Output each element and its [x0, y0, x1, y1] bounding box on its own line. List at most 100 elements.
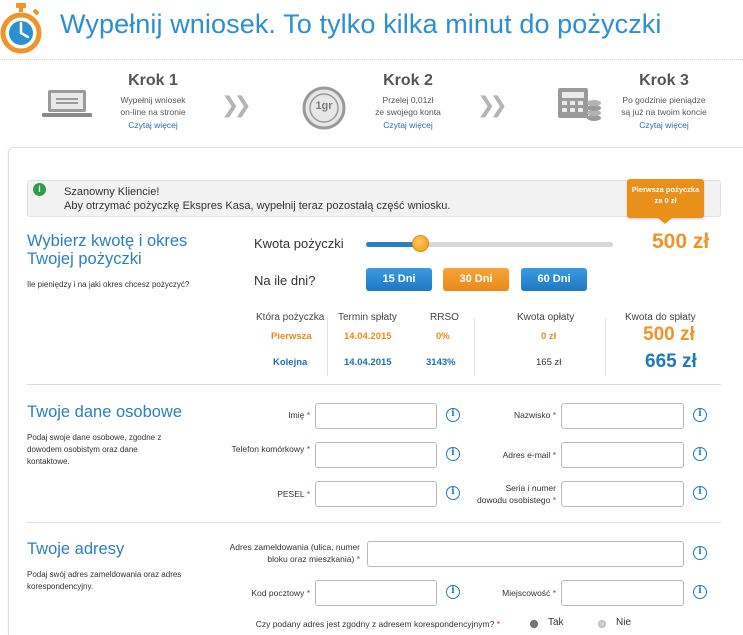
postal-code-input[interactable]	[315, 580, 437, 606]
same-address-question: Czy podany adres jest zgodny z adresem k…	[255, 619, 500, 629]
summary-header-date: Termin spłaty	[338, 312, 397, 323]
summary-header-rrso: RRSO	[430, 312, 459, 323]
step-2-desc-2: ze swojego konta	[375, 107, 441, 117]
id-card-label: Seria i numer dowodu osobistego *	[477, 483, 556, 505]
stopwatch-icon	[0, 3, 42, 54]
page-title: Wypełnij wniosek. To tylko kilka minut d…	[60, 9, 662, 39]
promo-badge: Pierwsza pożyczka za 0 zł	[627, 179, 704, 218]
days-label: Na ile dni?	[254, 273, 316, 288]
summary-row-2-date: 14.04.2015	[344, 357, 392, 368]
summary-row-1-total: 500 zł	[643, 324, 695, 345]
step-1-desc-1: Wypełnij wniosek	[120, 95, 186, 105]
summary-row-2-rrso: 3143%	[426, 357, 456, 368]
header-divider	[0, 59, 743, 61]
summary-header-fee: Kwota opłaty	[517, 312, 575, 323]
summary-divider	[605, 318, 606, 376]
step-2-read-more-link[interactable]: Czytaj więcej	[353, 120, 463, 130]
personal-section-title: Twoje dane osobowe	[27, 403, 183, 421]
personal-section-desc-2: dowodem osobistym oraz dane	[27, 445, 138, 454]
step-3-desc-2: są już na twoim koncie	[621, 107, 707, 117]
same-address-no-label: Nie	[616, 617, 632, 628]
city-label: Miejscowość *	[502, 588, 556, 598]
section-divider	[27, 384, 721, 385]
same-address-no-radio[interactable]	[598, 620, 606, 628]
step-1-desc-2: on-line na stronie	[120, 107, 186, 117]
step-3-desc-1: Po godzinie pieniądze	[622, 95, 706, 105]
summary-row-1-fee: 0 zł	[541, 331, 557, 342]
amount-value: 500 zł	[652, 230, 710, 253]
registered-address-input[interactable]	[367, 541, 684, 567]
summary-row-2-total: 665 zł	[645, 351, 697, 372]
step-3-read-more-link[interactable]: Czytaj więcej	[609, 120, 719, 130]
same-address-yes-radio[interactable]	[530, 620, 538, 628]
pesel-input[interactable]	[315, 481, 437, 507]
summary-row-1-rrso: 0%	[436, 331, 450, 342]
last-name-info-icon[interactable]: i	[693, 408, 707, 422]
section-divider	[27, 522, 721, 523]
required-mark: *	[306, 588, 310, 598]
days-30-button[interactable]: 30 Dni	[443, 268, 509, 291]
address-section-desc-1: Podaj swój adres zameldowania oraz adres	[27, 570, 182, 579]
city-input[interactable]	[561, 580, 684, 606]
promo-line-1: Pierwsza pożyczka	[631, 185, 700, 194]
loan-section-desc: Ile pieniędzy i na jaki okres chcesz poż…	[27, 280, 190, 289]
required-mark: *	[306, 410, 310, 420]
step-2-desc-1: Przelej 0,01zł	[382, 95, 434, 105]
amount-label: Kwota pożyczki	[254, 236, 344, 251]
info-notice-icon: i	[33, 183, 46, 196]
chevron-right-icon: ❯❯	[477, 92, 508, 117]
address-section-desc-2: korespondencyjny.	[27, 582, 94, 591]
promo-line-2: za 0 zł	[654, 196, 677, 205]
step-1-read-more-link[interactable]: Czytaj więcej	[98, 120, 208, 130]
summary-divider	[474, 318, 475, 376]
required-mark: *	[552, 495, 556, 505]
notice-text: Szanowny Kliencie! Aby otrzymać pożyczkę…	[64, 185, 450, 213]
summary-row-2-which: Kolejna	[273, 357, 308, 368]
notice-line-1: Szanowny Kliencie!	[64, 186, 160, 198]
amount-slider-handle[interactable]	[412, 235, 429, 252]
city-info-icon[interactable]: i	[693, 585, 707, 599]
personal-section-desc-3: kontaktowe.	[27, 457, 70, 466]
step-2-title: Krok 2	[383, 72, 433, 89]
promo-arrow	[658, 218, 672, 224]
required-mark: *	[356, 554, 360, 564]
step-1-title: Krok 1	[128, 72, 178, 89]
required-mark: *	[552, 588, 556, 598]
pesel-label: PESEL *	[277, 489, 310, 499]
step-3-title: Krok 3	[639, 72, 689, 89]
summary-header-which: Która pożyczka	[256, 312, 325, 323]
first-name-input[interactable]	[315, 403, 437, 429]
notice-line-2: Aby otrzymać pożyczkę Ekspres Kasa, wype…	[64, 200, 451, 212]
registered-address-info-icon[interactable]: i	[693, 546, 707, 560]
email-input[interactable]	[561, 442, 684, 468]
laptop-icon	[42, 90, 92, 117]
required-mark: *	[306, 444, 310, 454]
address-section-title: Twoje adresy	[27, 540, 125, 558]
first-name-label: Imię *	[288, 410, 310, 420]
last-name-label: Nazwisko *	[513, 410, 556, 420]
summary-divider	[327, 318, 328, 376]
last-name-input[interactable]	[561, 403, 684, 429]
required-mark: *	[552, 450, 556, 460]
id-card-input[interactable]	[561, 481, 684, 507]
email-info-icon[interactable]: i	[693, 447, 707, 461]
id-card-info-icon[interactable]: i	[693, 486, 707, 500]
chevron-right-icon: ❯❯	[221, 92, 252, 117]
registered-address-label: Adres zameldowania (ulica, numer bloku o…	[229, 542, 360, 564]
phone-label: Telefon komórkowy *	[231, 444, 310, 454]
required-mark: *	[306, 489, 310, 499]
loan-section-title-1: Wybierz kwotę i okres	[27, 232, 188, 250]
loan-section-title-2: Twojej pożyczki	[27, 250, 142, 268]
phone-input[interactable]	[315, 442, 437, 468]
required-mark: *	[552, 410, 556, 420]
days-60-button[interactable]: 60 Dni	[521, 268, 587, 291]
same-address-yes-label: Tak	[548, 617, 564, 628]
email-label: Adres e-mail *	[502, 450, 556, 460]
summary-header-total: Kwota do spłaty	[625, 312, 696, 323]
cash-register-icon	[558, 88, 601, 121]
days-15-button[interactable]: 15 Dni	[366, 268, 432, 291]
postal-code-label: Kod pocztowy *	[251, 588, 310, 598]
summary-row-1-which: Pierwsza	[271, 331, 312, 342]
personal-section-desc-1: Podaj swoje dane osobowe, zgodne z	[27, 433, 162, 442]
coin-label: 1gr	[315, 100, 333, 112]
